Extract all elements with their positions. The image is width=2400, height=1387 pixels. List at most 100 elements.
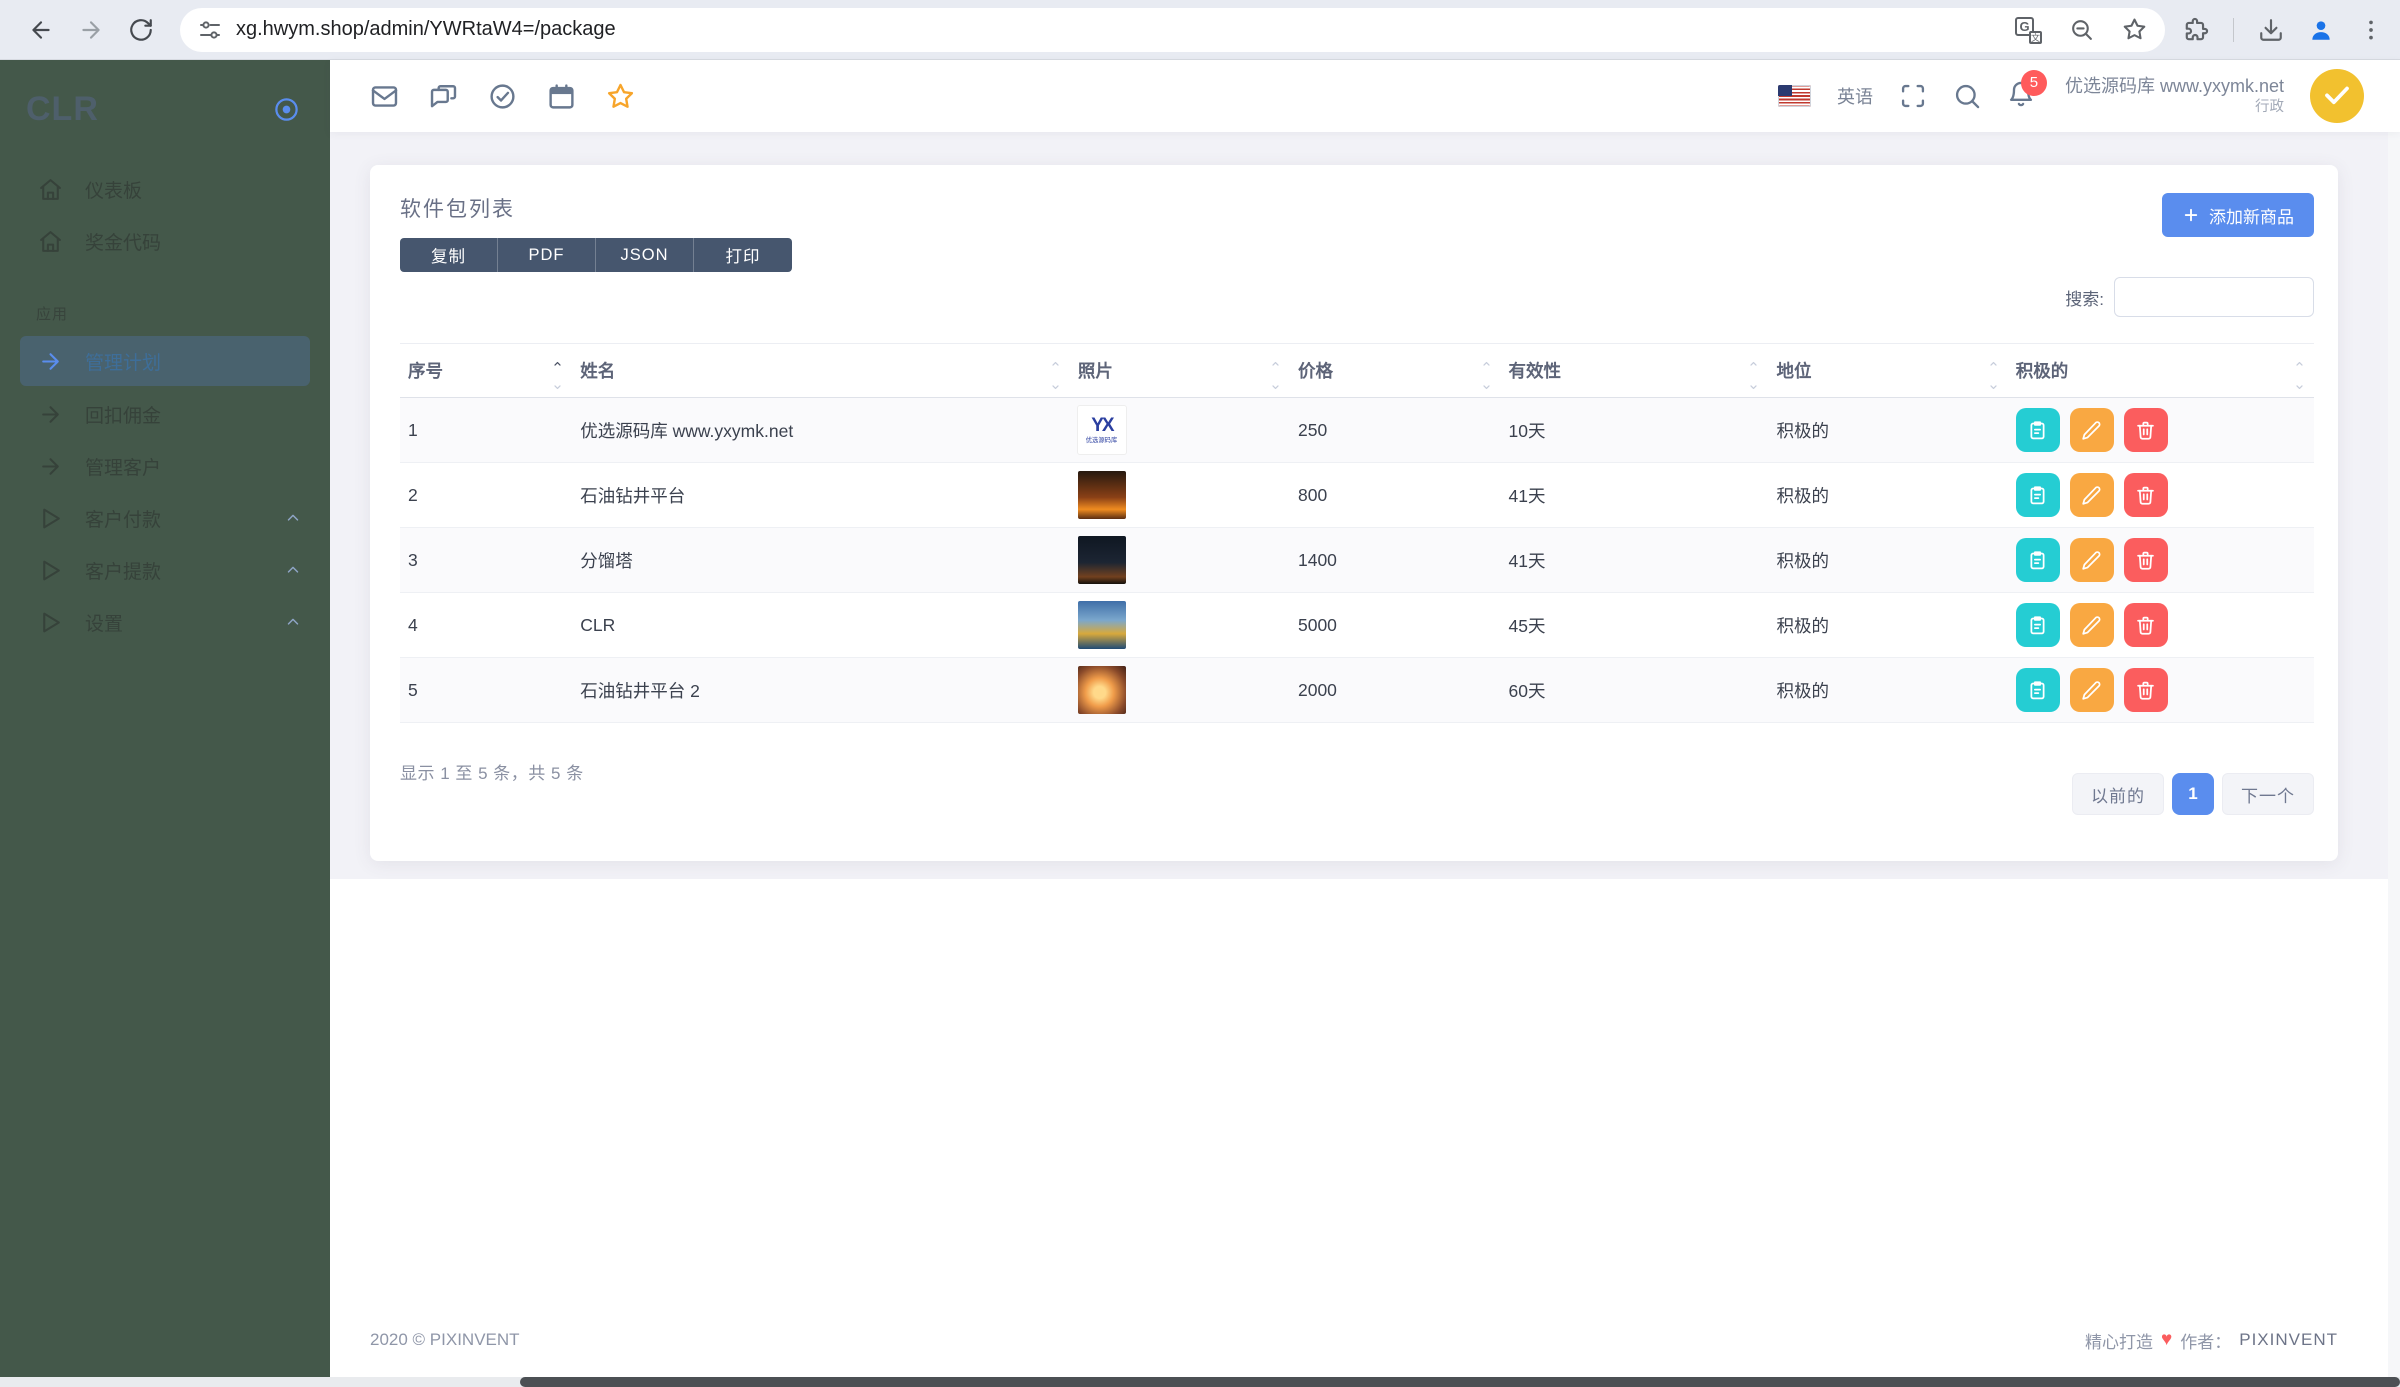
app-logo[interactable]: CLR [26, 90, 99, 129]
sort-asc-icon[interactable] [1049, 359, 1062, 369]
browser-menu-icon[interactable] [2358, 17, 2384, 43]
sort-desc-icon[interactable] [1049, 382, 1062, 392]
horizontal-scrollbar[interactable] [0, 1377, 2400, 1387]
sort-asc-icon[interactable] [1480, 359, 1493, 369]
mail-icon[interactable] [370, 82, 399, 111]
sort-desc-icon[interactable] [551, 382, 564, 392]
view-button[interactable] [2015, 538, 2060, 582]
header-status[interactable]: 地位 [1768, 343, 2008, 398]
site-settings-icon[interactable] [198, 18, 222, 42]
sort-asc-icon[interactable] [1987, 359, 2000, 369]
add-product-button[interactable]: 添加新商品 [2162, 193, 2314, 237]
header-price[interactable]: 价格 [1289, 343, 1501, 398]
table-row: 3 分馏塔 1400 41天 积极的 [400, 527, 2314, 593]
search-icon[interactable] [1953, 82, 1981, 110]
copy-button[interactable]: 复制 [400, 238, 498, 272]
language-selector[interactable]: 英语 [1837, 83, 1873, 109]
sort-desc-icon[interactable] [1747, 382, 1760, 392]
sidebar-item-manage-customers[interactable]: 管理客户 [0, 440, 330, 492]
copyright-text: 2020 © PIXINVENT [370, 1330, 520, 1349]
edit-button[interactable] [2069, 668, 2114, 712]
cell-photo: YX 优选源码库 [1069, 397, 1290, 463]
sort-desc-icon[interactable] [1269, 382, 1282, 392]
sidebar-item-customer-payments[interactable]: 客户付款 [0, 492, 330, 544]
sort-asc-icon[interactable] [1269, 359, 1282, 369]
delete-button[interactable] [2123, 603, 2168, 647]
edit-button[interactable] [2069, 473, 2114, 517]
cell-price: 250 [1289, 397, 1501, 463]
cell-status: 积极的 [1768, 462, 2008, 528]
view-button[interactable] [2015, 473, 2060, 517]
edit-button[interactable] [2069, 408, 2114, 452]
calendar-icon[interactable] [547, 82, 576, 111]
extensions-icon[interactable] [2183, 17, 2209, 43]
bookmark-star-icon[interactable] [2122, 17, 2147, 42]
sort-desc-icon[interactable] [1987, 382, 2000, 392]
json-button[interactable]: JSON [596, 238, 694, 272]
sidebar-item-rebate-commission[interactable]: 回扣佣金 [0, 388, 330, 440]
page-1-button[interactable]: 1 [2172, 773, 2214, 815]
sort-desc-icon[interactable] [1480, 382, 1493, 392]
sort-asc-icon[interactable] [2293, 359, 2306, 369]
delete-button[interactable] [2123, 538, 2168, 582]
previous-page-button[interactable]: 以前的 [2072, 773, 2164, 815]
address-bar[interactable]: xg.hwym.shop/admin/YWRtaW4=/package G文 [180, 7, 2165, 52]
fullscreen-icon[interactable] [1899, 82, 1927, 110]
delete-button[interactable] [2123, 668, 2168, 712]
sidebar-item-customer-withdrawals[interactable]: 客户提款 [0, 544, 330, 596]
avatar[interactable] [2310, 69, 2364, 123]
sidebar-item-label: 客户付款 [85, 509, 162, 531]
edit-button[interactable] [2069, 603, 2114, 647]
sidebar-item-manage-plans[interactable]: 管理计划 [20, 336, 310, 386]
url-text[interactable]: xg.hwym.shop/admin/YWRtaW4=/package [236, 18, 2015, 41]
sidebar-pin-icon[interactable] [273, 96, 300, 123]
zoom-icon[interactable] [2069, 17, 2094, 42]
translate-icon[interactable]: G文 [2015, 16, 2042, 44]
cell-photo [1069, 527, 1290, 593]
browser-forward-button[interactable] [78, 17, 104, 43]
sort-desc-icon[interactable] [2293, 382, 2306, 392]
star-icon[interactable] [606, 82, 635, 111]
toolbar-divider [2233, 17, 2234, 42]
app-navbar: 英语 5 优选源码库 www.yxymk.net 行政 [330, 60, 2400, 132]
view-button[interactable] [2015, 668, 2060, 712]
sort-asc-icon[interactable] [1747, 359, 1760, 369]
delete-button[interactable] [2123, 408, 2168, 452]
pencil-icon [2081, 485, 2102, 506]
heart-icon: ♥ [2160, 1329, 2173, 1350]
browser-back-button[interactable] [28, 17, 54, 43]
sidebar-item-label: 回扣佣金 [85, 405, 162, 427]
view-button[interactable] [2015, 408, 2060, 452]
print-button[interactable]: 打印 [694, 238, 792, 272]
downloads-icon[interactable] [2258, 17, 2284, 43]
cell-status: 积极的 [1768, 657, 2008, 723]
clipboard-icon [2027, 485, 2048, 506]
sort-asc-icon[interactable] [551, 359, 564, 369]
view-button[interactable] [2015, 603, 2060, 647]
next-page-button[interactable]: 下一个 [2222, 773, 2314, 815]
header-name[interactable]: 姓名 [572, 343, 1070, 398]
header-actions[interactable]: 积极的 [2007, 343, 2314, 398]
header-validity[interactable]: 有效性 [1500, 343, 1769, 398]
horizontal-scrollbar-thumb[interactable] [520, 1377, 2400, 1387]
check-circle-icon[interactable] [488, 82, 517, 111]
edit-button[interactable] [2069, 538, 2114, 582]
header-id[interactable]: 序号 [400, 343, 573, 398]
delete-button[interactable] [2123, 473, 2168, 517]
sidebar-item-dashboard[interactable]: 仪表板 [0, 163, 330, 215]
user-menu[interactable]: 优选源码库 www.yxymk.net 行政 [2065, 74, 2284, 118]
notifications-button[interactable]: 5 [2007, 69, 2047, 113]
profile-icon[interactable] [2308, 17, 2334, 43]
home-icon [38, 229, 63, 254]
vertical-scrollbar[interactable] [2388, 60, 2400, 1377]
sidebar-item-bonus-code[interactable]: 奖金代码 [0, 215, 330, 267]
chat-icon[interactable] [429, 82, 458, 111]
browser-reload-button[interactable] [128, 17, 154, 43]
sidebar-item-settings[interactable]: 设置 [0, 596, 330, 648]
cell-name: CLR [572, 592, 1070, 658]
author-label: 作者： [2180, 1332, 2232, 1352]
pdf-button[interactable]: PDF [498, 238, 596, 272]
header-photo[interactable]: 照片 [1069, 343, 1290, 398]
table-search-input[interactable] [2114, 277, 2314, 317]
us-flag-icon[interactable] [1777, 85, 1811, 107]
